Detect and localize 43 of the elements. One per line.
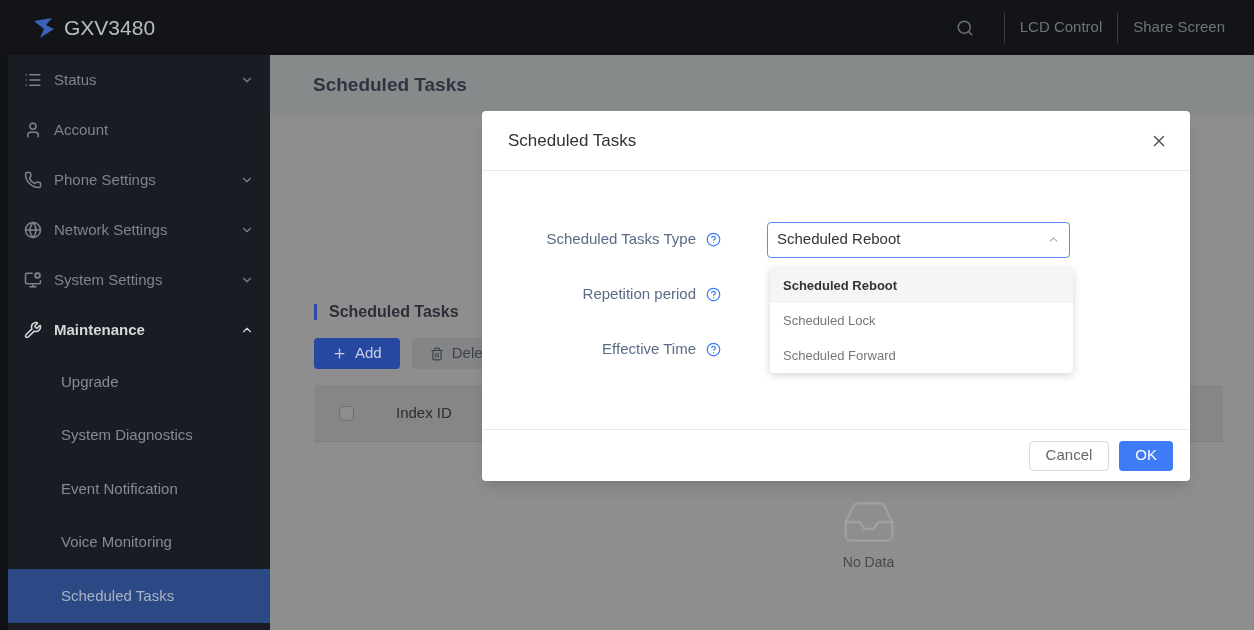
field-label: Effective Time xyxy=(601,339,696,360)
add-button[interactable]: Add xyxy=(314,338,400,369)
submenu-item[interactable]: Event Notification xyxy=(8,462,270,516)
menu-item-icon xyxy=(24,171,42,189)
ok-button[interactable]: OK xyxy=(1119,440,1173,471)
cancel-button[interactable]: Cancel xyxy=(1028,440,1110,471)
select-field[interactable]: Scheduled Reboot xyxy=(767,221,1070,258)
checkbox[interactable] xyxy=(339,405,354,421)
empty-text: No Data xyxy=(842,553,895,572)
header-link[interactable]: LCD Control xyxy=(1004,16,1118,39)
menu-item-icon xyxy=(24,221,42,239)
sidebar-item[interactable]: Account xyxy=(8,105,270,155)
menu-item-icon xyxy=(24,321,42,339)
menu-item-icon xyxy=(24,271,42,289)
help-icon[interactable] xyxy=(706,232,721,247)
plus-icon xyxy=(332,346,347,361)
trash-icon xyxy=(429,346,444,361)
search-icon[interactable] xyxy=(955,18,974,37)
submenu-item[interactable]: System Diagnostics xyxy=(8,408,270,462)
submenu-item[interactable]: Scheduled Tasks xyxy=(8,569,270,623)
menu-item-icon xyxy=(24,121,42,139)
sidebar-item[interactable]: Phone Settings xyxy=(8,155,270,205)
sidebar-item[interactable]: Maintenance xyxy=(8,305,270,355)
page-title: Scheduled Tasks xyxy=(313,72,467,97)
brand-name: GXV3480 xyxy=(64,14,156,41)
dialog-title: Scheduled Tasks xyxy=(508,129,638,152)
field-label: Scheduled Tasks Type xyxy=(545,229,696,250)
dropdown-option[interactable]: Scheduled Reboot xyxy=(770,268,1073,303)
help-icon[interactable] xyxy=(706,342,721,357)
dropdown-option[interactable]: Scheduled Forward xyxy=(770,338,1073,373)
submenu-item[interactable]: Upgrade xyxy=(8,355,270,409)
field-label: Repetition period xyxy=(581,284,696,305)
header-link[interactable]: Share Screen xyxy=(1118,16,1240,39)
help-icon[interactable] xyxy=(706,287,721,302)
section-title: Scheduled Tasks xyxy=(329,302,459,322)
submenu-item[interactable]: Voice Monitoring xyxy=(8,515,270,569)
column-header: Index ID xyxy=(396,402,452,423)
sidebar-item[interactable]: Network Settings xyxy=(8,205,270,255)
logo-icon xyxy=(32,16,56,39)
sidebar-item[interactable]: System Settings xyxy=(8,255,270,305)
dropdown-option[interactable]: Scheduled Lock xyxy=(770,303,1073,338)
sidebar-item[interactable]: Status xyxy=(8,55,270,105)
menu-item-icon xyxy=(24,71,42,89)
